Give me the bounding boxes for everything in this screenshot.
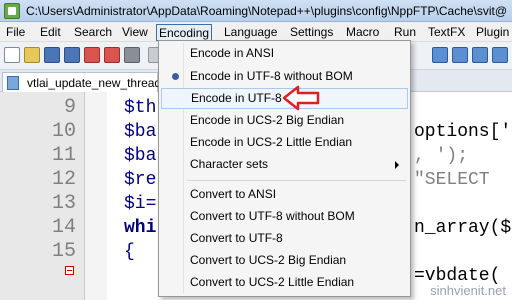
- line-number: 11: [51, 144, 76, 167]
- menu-item-label: Convert to UCS-2 Big Endian: [190, 253, 347, 267]
- tab-label: vtlai_update_new_thread.p: [27, 76, 172, 90]
- menu-item-character-sets[interactable]: Character sets: [161, 154, 408, 175]
- menu-item-encode-ucs2-little-endian[interactable]: Encode in UCS-2 Little Endian: [161, 132, 408, 153]
- menu-item-label: Encode in UCS-2 Little Endian: [190, 135, 353, 149]
- menu-run[interactable]: Run: [392, 24, 418, 41]
- line-number: 12: [51, 168, 76, 191]
- radio-selected-icon: [172, 73, 179, 80]
- code-line: $th: [124, 98, 157, 118]
- code-line: {: [124, 242, 135, 262]
- menu-item-label: Convert to ANSI: [190, 187, 277, 201]
- close-file-icon[interactable]: [84, 47, 100, 63]
- open-folder-icon[interactable]: [24, 47, 40, 63]
- menu-language[interactable]: Language: [222, 24, 279, 41]
- code-line: $i=: [124, 194, 157, 214]
- window-title: C:\Users\Administrator\AppData\Roaming\N…: [26, 4, 508, 18]
- menu-plugins[interactable]: Plugin: [474, 24, 511, 41]
- title-bar: C:\Users\Administrator\AppData\Roaming\N…: [0, 0, 512, 22]
- macro-record-icon[interactable]: [432, 47, 448, 63]
- new-file-icon[interactable]: [4, 47, 20, 63]
- menu-item-label: Convert to UCS-2 Little Endian: [190, 275, 355, 289]
- file-icon: [7, 76, 19, 90]
- menu-encoding[interactable]: Encoding: [156, 24, 213, 41]
- submenu-arrow-icon: [395, 161, 399, 169]
- watermark: sinhvienit.net: [430, 283, 506, 298]
- code-line-tail: , ');: [414, 146, 469, 166]
- menu-textfx[interactable]: TextFX: [426, 24, 467, 41]
- code-line-tail: options['v: [414, 122, 512, 142]
- menu-item-label: Convert to UTF-8: [190, 231, 283, 245]
- menu-item-label: Convert to UTF-8 without BOM: [190, 209, 355, 223]
- menu-item-encode-ucs2-big-endian[interactable]: Encode in UCS-2 Big Endian: [161, 110, 408, 131]
- line-number: 10: [51, 120, 76, 143]
- line-number: 9: [63, 96, 76, 119]
- notepad-plus-plus-icon: [4, 3, 20, 19]
- menu-item-encode-ansi[interactable]: Encode in ANSI: [161, 43, 408, 64]
- menu-item-label: Encode in UCS-2 Big Endian: [190, 113, 345, 127]
- macro-run-icon[interactable]: [472, 47, 488, 63]
- menu-file[interactable]: File: [4, 24, 27, 41]
- fold-margin: [85, 92, 107, 300]
- menu-item-label: Character sets: [190, 157, 269, 171]
- encoding-menu: Encode in ANSI Encode in UTF-8 without B…: [158, 40, 411, 297]
- print-icon[interactable]: [124, 47, 140, 63]
- menu-settings[interactable]: Settings: [288, 24, 335, 41]
- menu-search[interactable]: Search: [72, 24, 114, 41]
- menu-item-convert-ansi[interactable]: Convert to ANSI: [161, 184, 408, 205]
- code-line: $ba: [124, 146, 157, 166]
- code-line-tail: "SELECT: [414, 170, 490, 190]
- menu-item-label: Encode in UTF-8 without BOM: [190, 69, 353, 83]
- menu-separator: [187, 180, 406, 181]
- menu-edit[interactable]: Edit: [38, 24, 63, 41]
- save-icon[interactable]: [44, 47, 60, 63]
- red-arrow-icon: [282, 85, 320, 111]
- menu-item-convert-utf8[interactable]: Convert to UTF-8: [161, 228, 408, 249]
- tab-file[interactable]: vtlai_update_new_thread.p: [2, 72, 171, 92]
- menu-item-convert-ucs2-little-endian[interactable]: Convert to UCS-2 Little Endian: [161, 272, 408, 293]
- code-line-tail: n_array($: [414, 218, 512, 238]
- code-line: $ba: [124, 122, 157, 142]
- macro-save-icon[interactable]: [492, 47, 508, 63]
- line-number: 13: [51, 192, 76, 215]
- save-all-icon[interactable]: [64, 47, 80, 63]
- menu-bar: File Edit Search View Encoding Language …: [0, 22, 512, 42]
- line-number: 14: [51, 216, 76, 239]
- menu-item-convert-ucs2-big-endian[interactable]: Convert to UCS-2 Big Endian: [161, 250, 408, 271]
- menu-view[interactable]: View: [120, 24, 150, 41]
- menu-macro[interactable]: Macro: [344, 24, 381, 41]
- close-all-icon[interactable]: [104, 47, 120, 63]
- menu-item-label: Encode in ANSI: [190, 46, 275, 60]
- macro-play-icon[interactable]: [452, 47, 468, 63]
- menu-item-label: Encode in UTF-8: [191, 91, 282, 105]
- code-line: $re: [124, 170, 157, 190]
- fold-toggle-icon[interactable]: [65, 266, 74, 275]
- code-line: whi: [124, 218, 157, 238]
- line-number: 15: [51, 240, 76, 263]
- menu-item-convert-utf8-without-bom[interactable]: Convert to UTF-8 without BOM: [161, 206, 408, 227]
